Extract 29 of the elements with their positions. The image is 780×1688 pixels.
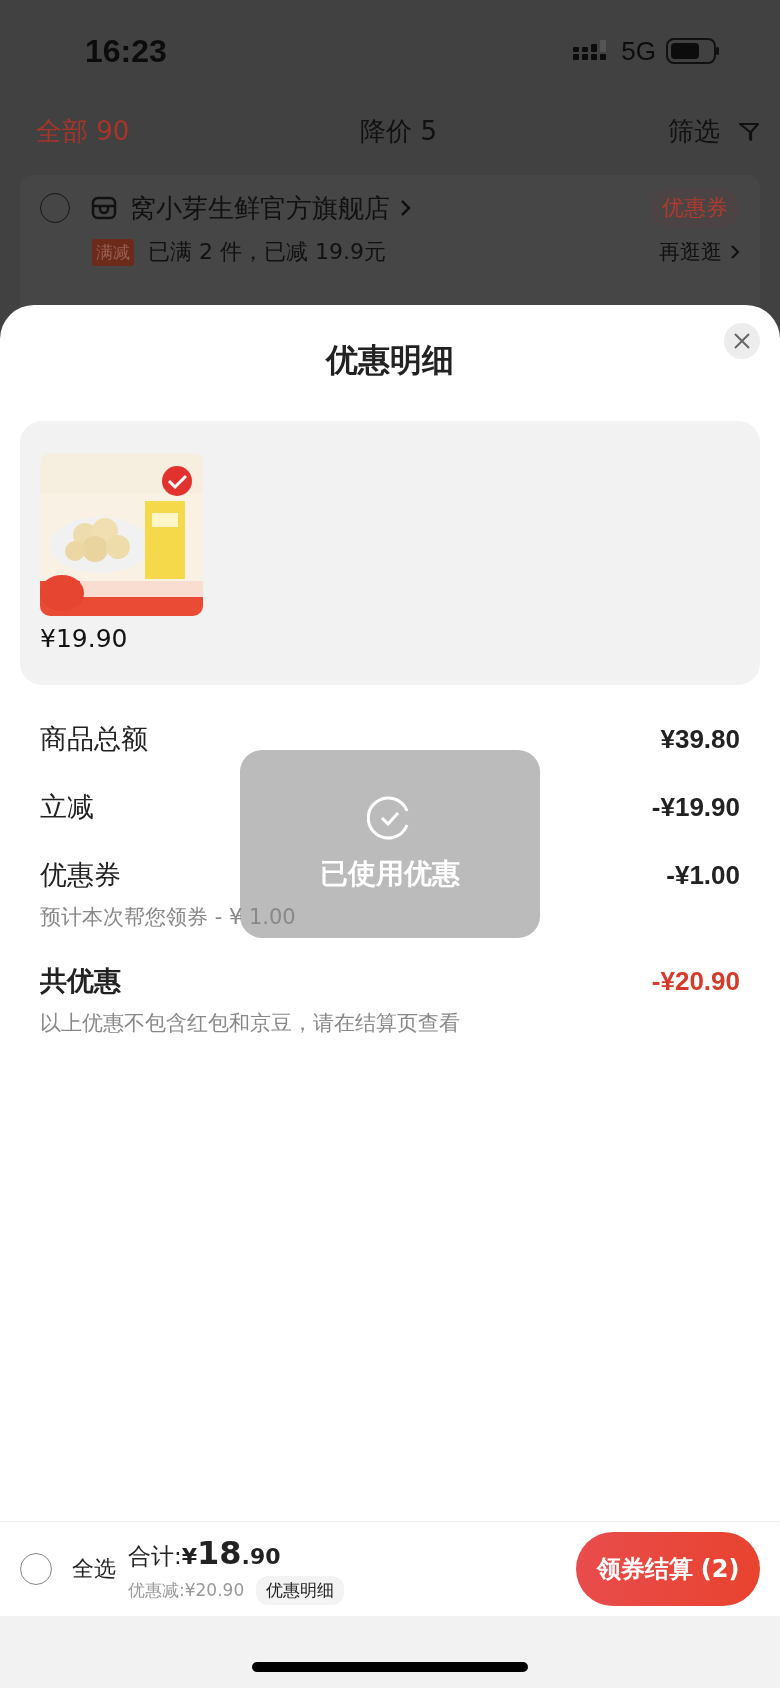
discount-text: 优惠减:¥20.90 — [128, 1578, 245, 1602]
summary-label: 共优惠 — [40, 964, 121, 998]
detail-button[interactable]: 优惠明细 — [256, 1575, 345, 1605]
summary-label: 立减 — [40, 790, 94, 824]
summary-label: 商品总额 — [40, 722, 148, 756]
check-icon[interactable] — [161, 465, 193, 497]
chevron-right-icon — [400, 198, 412, 218]
summary-value: -¥19.90 — [651, 791, 740, 823]
chevron-right-icon — [730, 244, 740, 260]
total-amount: ¥18.90 — [181, 1533, 281, 1572]
funnel-icon — [738, 120, 760, 143]
close-icon — [733, 332, 751, 350]
shop-icon — [90, 194, 118, 222]
sheet-title: 优惠明细 — [326, 340, 454, 381]
product-price: ¥19.90 — [40, 624, 129, 653]
battery-icon — [666, 38, 720, 64]
summary-value: ¥39.80 — [660, 723, 740, 755]
summary-value: -¥1.00 — [666, 859, 740, 891]
total-label: 合计: — [128, 1541, 182, 1571]
coupon-badge[interactable]: 优惠券 — [650, 189, 740, 227]
summary-value: -¥20.90 — [651, 965, 740, 997]
filter-tab[interactable]: 全部 90 — [36, 114, 130, 149]
select-all-label[interactable]: 全选 — [72, 1554, 116, 1584]
summary-label: 优惠券 — [40, 858, 121, 892]
checkout-button[interactable]: 领券结算 (2) — [576, 1532, 760, 1606]
close-button[interactable] — [724, 323, 760, 359]
toast-text: 已使用优惠 — [320, 856, 460, 892]
promo-tag: 满减 — [92, 238, 134, 266]
summary-note: 以上优惠不包含红包和京豆，请在结算页查看 — [40, 1010, 460, 1037]
